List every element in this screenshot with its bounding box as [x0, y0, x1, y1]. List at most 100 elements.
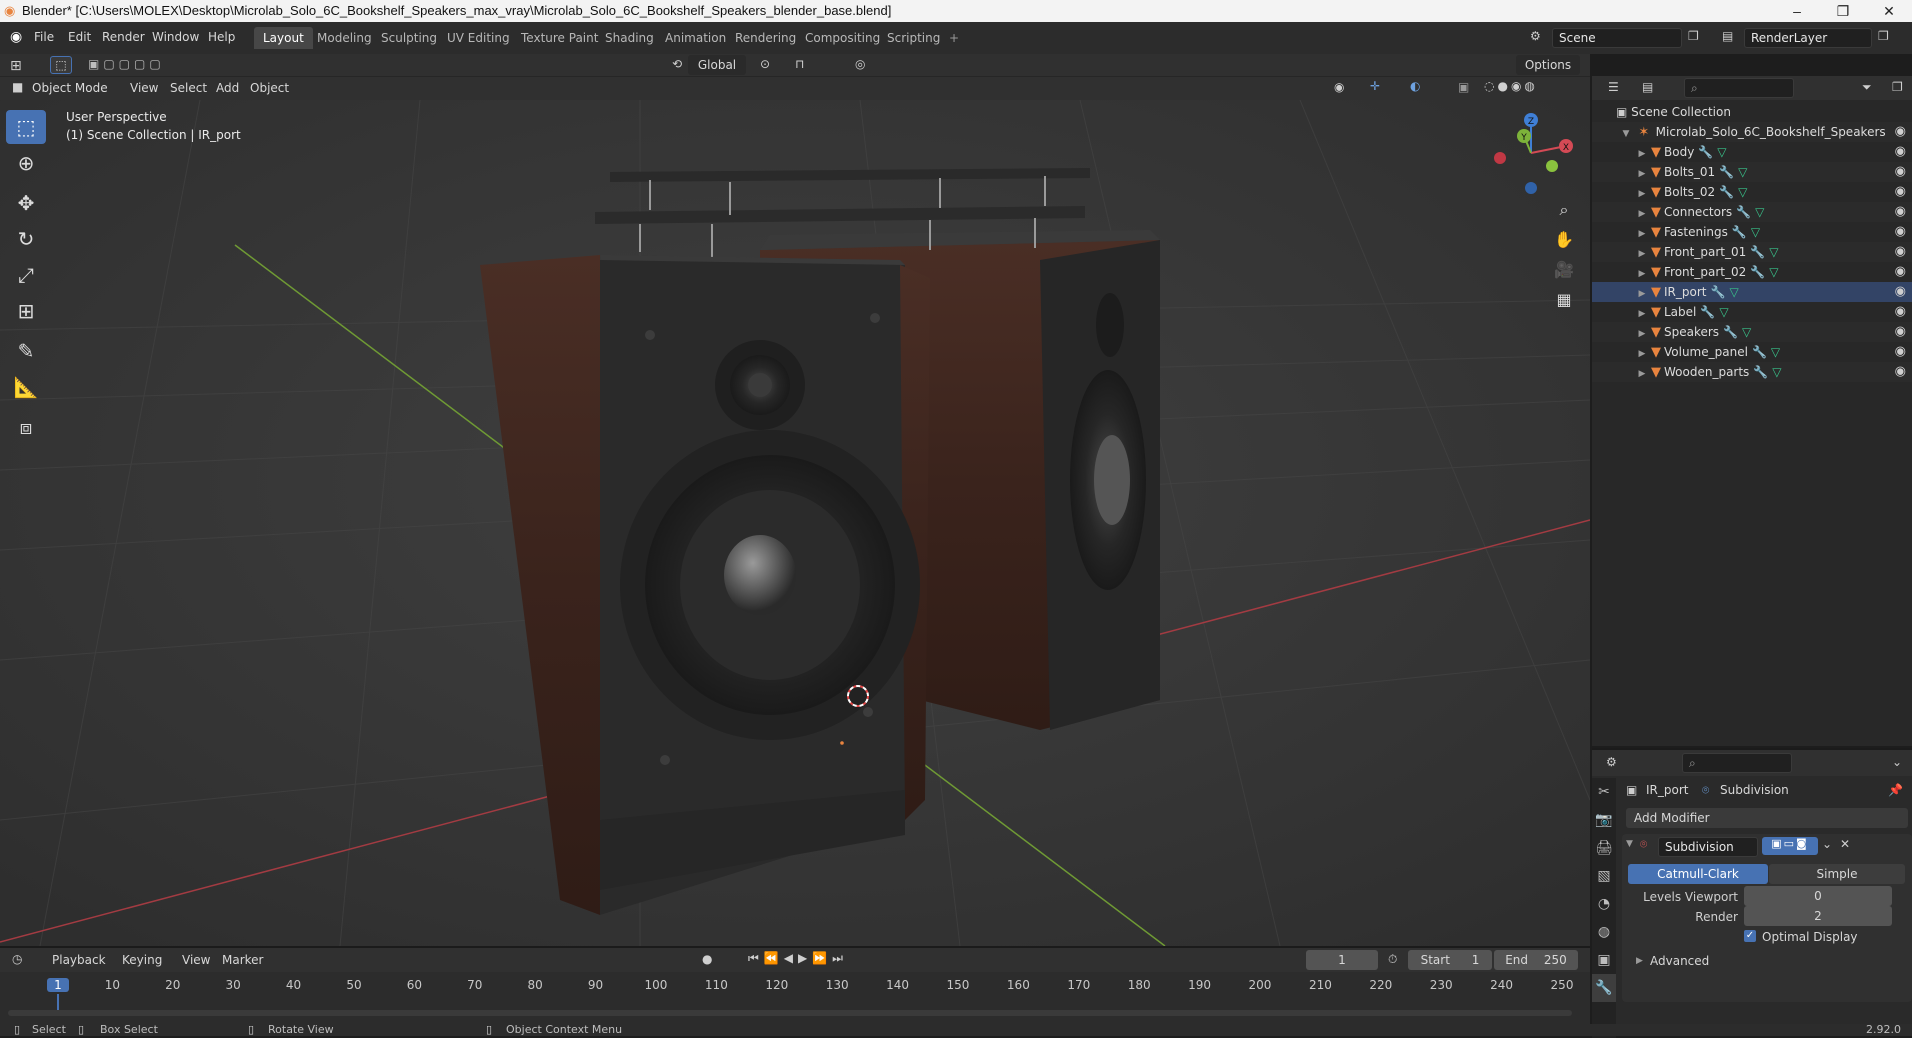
- editor-type-icon[interactable]: ⊞: [10, 58, 22, 74]
- outliner-item[interactable]: ▶ ▼ Speakers 🔧 ▽ ◉: [1592, 322, 1912, 342]
- timeline-ruler[interactable]: 1 10 20 30 40 50 60 70 80 90 100 110 120 130 140 150 160…: [0, 948, 1590, 1018]
- shading-mode-icons[interactable]: ◌●◉◍: [1484, 79, 1538, 93]
- tab-rendering[interactable]: Rendering: [726, 27, 805, 49]
- levels-viewport-field[interactable]: 0: [1744, 886, 1892, 906]
- modifier-wrench-icon[interactable]: 🔧: [1719, 162, 1734, 182]
- viewport-menu-add[interactable]: Add: [216, 81, 239, 95]
- tab-animation[interactable]: Animation: [656, 27, 735, 49]
- tab-modeling[interactable]: Modeling: [308, 27, 381, 49]
- modifier-name-field[interactable]: Subdivision: [1658, 837, 1758, 857]
- pivot-icon[interactable]: ⊙: [760, 57, 770, 71]
- menu-help[interactable]: Help: [208, 30, 235, 44]
- visibility-eye-icon[interactable]: ◉: [1895, 122, 1906, 142]
- visibility-eye-icon[interactable]: ◉: [1895, 262, 1906, 282]
- viewport-menu-view[interactable]: View: [130, 81, 158, 95]
- navigation-gizmo[interactable]: Z X Y: [1486, 108, 1576, 198]
- outliner-item[interactable]: ▶ ▼ Bolts_02 🔧 ▽ ◉: [1592, 182, 1912, 202]
- visibility-eye-icon[interactable]: ◉: [1895, 322, 1906, 342]
- proportional-edit-icon[interactable]: ◎: [855, 57, 865, 71]
- tool-tab-icon[interactable]: ✂: [1592, 778, 1616, 806]
- select-box-tool-icon[interactable]: ⬚: [6, 110, 46, 144]
- snap-icon[interactable]: ⊓: [795, 57, 804, 71]
- outliner-parent-object[interactable]: ▼ ✶ Microlab_Solo_6C_Bookshelf_Speakers …: [1592, 122, 1912, 142]
- expand-triangle-icon[interactable]: ▶: [1636, 304, 1648, 324]
- expand-triangle-icon[interactable]: ▶: [1636, 224, 1648, 244]
- render-tab-icon[interactable]: 📷: [1592, 806, 1616, 834]
- collapse-triangle-icon[interactable]: ▼: [1620, 124, 1632, 144]
- transform-orientation-dropdown[interactable]: Global: [688, 55, 746, 75]
- object-tab-icon[interactable]: ▣: [1592, 946, 1616, 974]
- expand-triangle-icon[interactable]: ▶: [1636, 144, 1648, 164]
- visibility-eye-icon[interactable]: ◉: [1895, 182, 1906, 202]
- modifier-delete-icon[interactable]: ✕: [1840, 837, 1850, 851]
- modifier-wrench-icon[interactable]: 🔧: [1723, 322, 1738, 342]
- visibility-eye-icon[interactable]: ◉: [1895, 222, 1906, 242]
- optimal-display-checkbox[interactable]: ✓: [1744, 930, 1756, 942]
- tab-layout[interactable]: Layout: [254, 27, 313, 49]
- ortho-grid-icon[interactable]: ▦: [1550, 286, 1578, 314]
- menu-edit[interactable]: Edit: [68, 30, 91, 44]
- outliner-item[interactable]: ▶ ▼ Volume_panel 🔧 ▽ ◉: [1592, 342, 1912, 362]
- modifier-wrench-icon[interactable]: 🔧: [1710, 282, 1725, 302]
- viewport-menu-object[interactable]: Object: [250, 81, 289, 95]
- select-tool-icon[interactable]: ⬚: [50, 56, 72, 74]
- pan-hand-icon[interactable]: ✋: [1550, 226, 1578, 254]
- expand-triangle-icon[interactable]: ▶: [1636, 164, 1648, 184]
- add-cube-tool-icon[interactable]: ⧈: [6, 410, 46, 444]
- new-collection-icon[interactable]: ❐: [1892, 80, 1903, 94]
- world-tab-icon[interactable]: ◍: [1592, 918, 1616, 946]
- modifier-wrench-icon[interactable]: 🔧: [1752, 342, 1767, 362]
- move-tool-icon[interactable]: ✥: [6, 186, 46, 220]
- expand-triangle-icon[interactable]: ▶: [1636, 204, 1648, 224]
- menu-file[interactable]: File: [34, 30, 54, 44]
- modifier-wrench-icon[interactable]: 🔧: [1719, 182, 1734, 202]
- render-layer-add-icon[interactable]: ❐: [1878, 29, 1889, 43]
- modifier-wrench-icon[interactable]: 🔧: [1698, 142, 1713, 162]
- playhead-line[interactable]: [57, 994, 59, 1010]
- timeline-scrollbar[interactable]: [8, 1010, 1572, 1016]
- outliner-item[interactable]: ▶ ▼ Front_part_01 🔧 ▽ ◉: [1592, 242, 1912, 262]
- visibility-eye-icon[interactable]: ◉: [1895, 162, 1906, 182]
- close-button[interactable]: ✕: [1866, 0, 1912, 22]
- modifier-visibility-toggles[interactable]: ▣▭◙: [1762, 837, 1818, 855]
- menu-render[interactable]: Render: [102, 30, 145, 44]
- visibility-eye-icon[interactable]: ◉: [1895, 242, 1906, 262]
- outliner-scene-collection[interactable]: ▣ Scene Collection: [1592, 102, 1912, 122]
- modifier-wrench-icon[interactable]: 🔧: [1750, 242, 1765, 262]
- modifier-wrench-icon[interactable]: 🔧: [1732, 222, 1747, 242]
- tab-shading[interactable]: Shading: [596, 27, 663, 49]
- render-layer-selector[interactable]: RenderLayer: [1744, 28, 1872, 48]
- modifier-wrench-icon[interactable]: 🔧: [1750, 262, 1765, 282]
- tab-texture-paint[interactable]: Texture Paint: [512, 27, 607, 49]
- modifier-tab-icon[interactable]: 🔧: [1592, 974, 1616, 1002]
- annotate-tool-icon[interactable]: ✎: [6, 334, 46, 368]
- outliner-item[interactable]: ▶ ▼ Connectors 🔧 ▽ ◉: [1592, 202, 1912, 222]
- properties-editor-icon[interactable]: ⚙: [1606, 755, 1617, 769]
- scene-selector[interactable]: Scene: [1552, 28, 1682, 48]
- view-layer-tab-icon[interactable]: ▧: [1592, 862, 1616, 890]
- scene-tab-icon[interactable]: ◔: [1592, 890, 1616, 918]
- properties-search-input[interactable]: ⌕: [1682, 753, 1792, 773]
- outliner-search-input[interactable]: ⌕: [1684, 78, 1794, 98]
- minimize-button[interactable]: –: [1774, 0, 1820, 22]
- tab-compositing[interactable]: Compositing: [796, 27, 889, 49]
- measure-tool-icon[interactable]: 📐: [6, 370, 46, 404]
- mode-dropdown[interactable]: Object Mode: [32, 81, 108, 95]
- visibility-eye-icon[interactable]: ◉: [1895, 342, 1906, 362]
- expand-triangle-icon[interactable]: ▶: [1636, 344, 1648, 364]
- camera-view-icon[interactable]: 🎥: [1550, 256, 1578, 284]
- overlays-icon[interactable]: ◐: [1410, 79, 1420, 93]
- outliner-item[interactable]: ▶ ▼ Wooden_parts 🔧 ▽ ◉: [1592, 362, 1912, 382]
- tab-sculpting[interactable]: Sculpting: [372, 27, 446, 49]
- tab-uv-editing[interactable]: UV Editing: [438, 27, 519, 49]
- 3d-viewport[interactable]: ⬚ ⊕ ✥ ↻ ⤢ ⊞ ✎ 📐 ⧈ User Perspective (1) S…: [0, 100, 1590, 946]
- options-dropdown[interactable]: Options: [1516, 55, 1580, 75]
- expand-triangle-icon[interactable]: ▶: [1636, 244, 1648, 264]
- outliner-item[interactable]: ▶ ▼ Label 🔧 ▽ ◉: [1592, 302, 1912, 322]
- visibility-eye-icon[interactable]: ◉: [1895, 142, 1906, 162]
- viewport-menu-select[interactable]: Select: [170, 81, 207, 95]
- expand-triangle-icon[interactable]: ▶: [1636, 264, 1648, 284]
- maximize-button[interactable]: ❐: [1820, 0, 1866, 22]
- modifier-wrench-icon[interactable]: 🔧: [1700, 302, 1715, 322]
- render-levels-field[interactable]: 2: [1744, 906, 1892, 926]
